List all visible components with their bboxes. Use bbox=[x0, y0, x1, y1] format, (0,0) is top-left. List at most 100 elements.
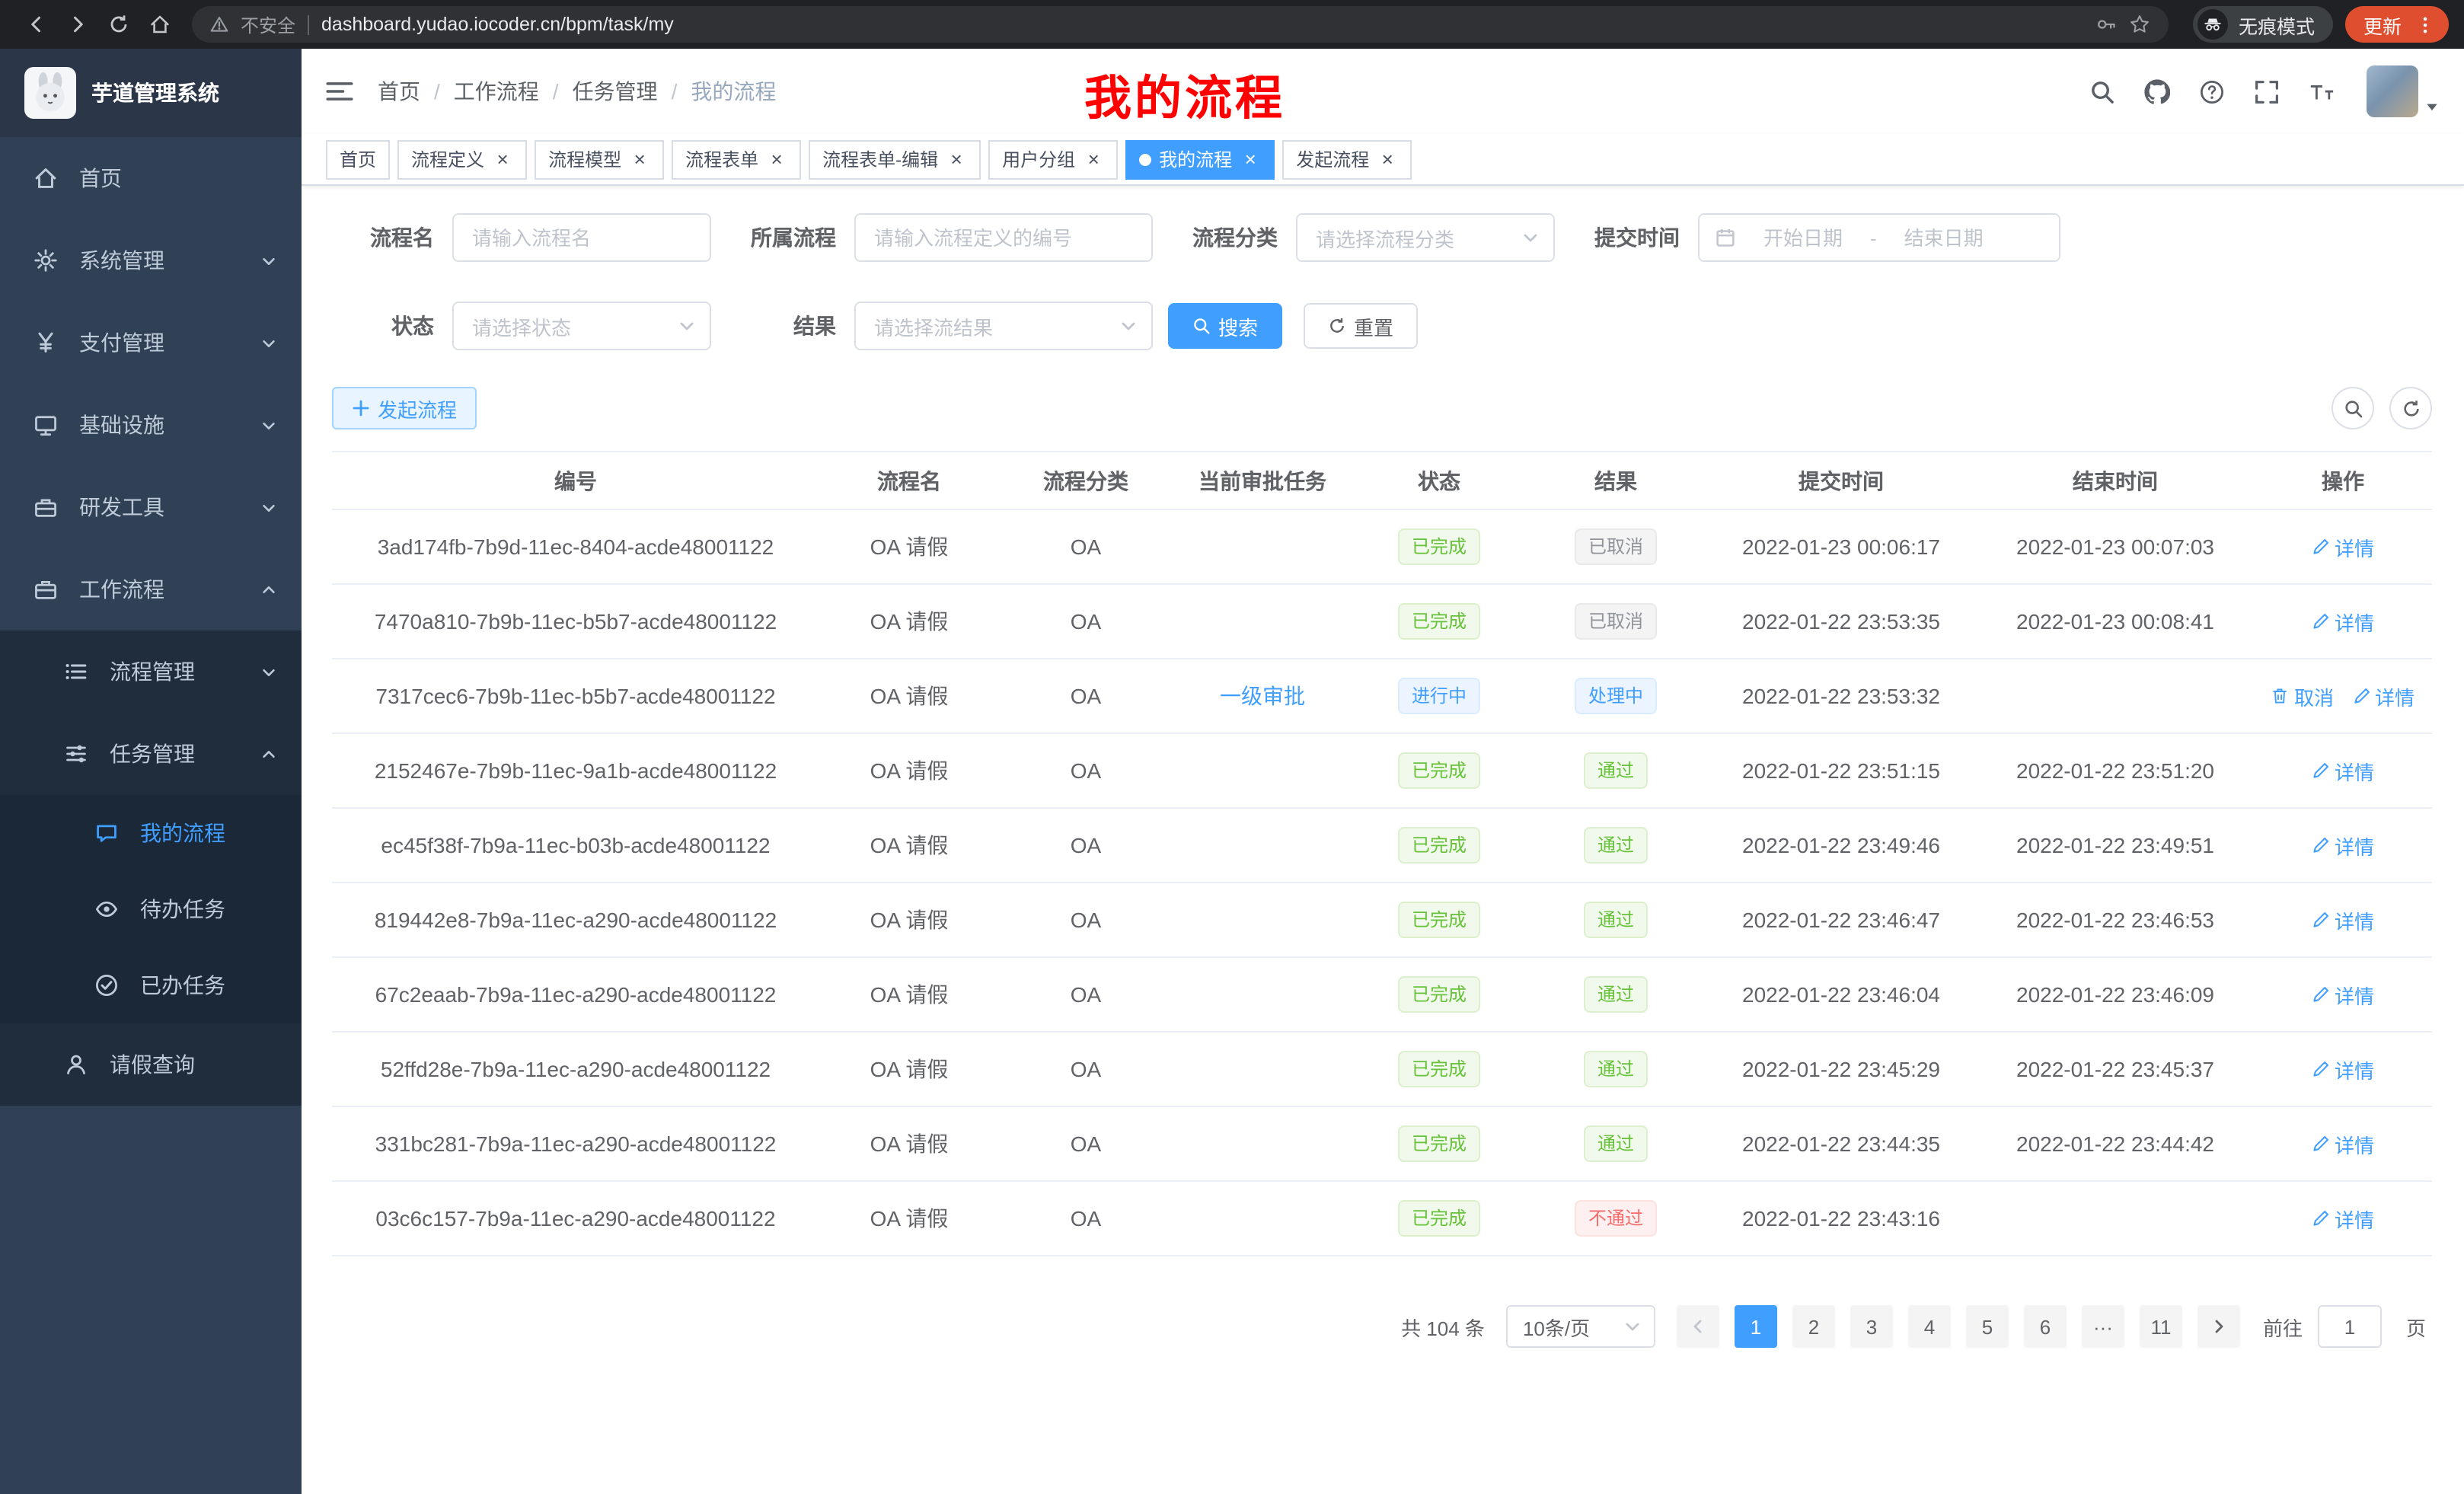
tab-label: 流程模型 bbox=[548, 146, 621, 172]
page-jump-input[interactable] bbox=[2318, 1305, 2382, 1348]
sidebar-item[interactable]: 首页 bbox=[0, 137, 302, 219]
sidebar-item[interactable]: 支付管理 bbox=[0, 302, 302, 384]
cell-current-task bbox=[1173, 1032, 1352, 1106]
page-size-select[interactable]: 10条/页 bbox=[1506, 1305, 1655, 1348]
sidebar-item[interactable]: 已办任务 bbox=[0, 947, 302, 1023]
detail-button[interactable]: 详情 bbox=[2312, 756, 2374, 785]
category-select[interactable]: 请选择流程分类 bbox=[1296, 213, 1555, 262]
cell-result: 通过 bbox=[1526, 733, 1706, 808]
page-button[interactable]: 6 bbox=[2024, 1305, 2067, 1348]
tab-item[interactable]: 首页 bbox=[326, 139, 390, 179]
browser-update-button[interactable]: 更新 bbox=[2345, 6, 2449, 43]
detail-button[interactable]: 详情 bbox=[2352, 682, 2415, 710]
help-icon[interactable] bbox=[2199, 78, 2225, 104]
close-icon[interactable]: × bbox=[492, 148, 513, 170]
close-icon[interactable]: × bbox=[1377, 148, 1398, 170]
tab-item[interactable]: 用户分组× bbox=[988, 139, 1118, 179]
status-select[interactable]: 请选择状态 bbox=[452, 302, 711, 350]
start-process-button[interactable]: 发起流程 bbox=[332, 387, 477, 429]
detail-button[interactable]: 详情 bbox=[2312, 1204, 2374, 1233]
close-icon[interactable]: × bbox=[766, 148, 787, 170]
detail-button[interactable]: 详情 bbox=[2312, 831, 2374, 860]
fullscreen-icon[interactable] bbox=[2254, 78, 2280, 104]
task-link[interactable]: 一级审批 bbox=[1220, 684, 1305, 708]
end-date-input[interactable] bbox=[1883, 226, 2005, 249]
result-tag: 通过 bbox=[1584, 752, 1648, 789]
jump-suffix-label: 页 bbox=[2406, 1312, 2426, 1341]
user-icon bbox=[64, 1052, 88, 1077]
breadcrumb-item[interactable]: 任务管理 bbox=[573, 76, 658, 107]
detail-button[interactable]: 详情 bbox=[2312, 532, 2374, 561]
sidebar-item[interactable]: 研发工具 bbox=[0, 466, 302, 548]
close-icon[interactable]: × bbox=[1083, 148, 1104, 170]
tab-item[interactable]: 流程表单-编辑× bbox=[809, 139, 981, 179]
page-button[interactable]: 11 bbox=[2140, 1305, 2182, 1348]
result-select[interactable]: 请选择流结果 bbox=[854, 302, 1153, 350]
cell-current-task bbox=[1173, 584, 1352, 659]
prev-page-button[interactable] bbox=[1677, 1305, 1719, 1348]
breadcrumb-item[interactable]: 工作流程 bbox=[454, 76, 539, 107]
sidebar-item[interactable]: 流程管理 bbox=[0, 630, 302, 713]
cell-process-name: OA 请假 bbox=[819, 957, 999, 1032]
close-icon[interactable]: × bbox=[1240, 148, 1261, 170]
process-name-input[interactable] bbox=[452, 213, 711, 262]
browser-back-icon[interactable] bbox=[15, 6, 56, 43]
start-date-input[interactable] bbox=[1742, 226, 1864, 249]
close-icon[interactable]: × bbox=[946, 148, 967, 170]
detail-button[interactable]: 详情 bbox=[2312, 1055, 2374, 1084]
incognito-label: 无痕模式 bbox=[2239, 10, 2315, 39]
process-def-input[interactable] bbox=[854, 213, 1153, 262]
sidebar-item[interactable]: 我的流程 bbox=[0, 795, 302, 871]
security-label[interactable]: 不安全 bbox=[241, 11, 295, 37]
reset-button[interactable]: 重置 bbox=[1304, 303, 1418, 349]
refresh-list-button[interactable] bbox=[2389, 387, 2432, 429]
detail-button[interactable]: 详情 bbox=[2312, 1129, 2374, 1158]
sidebar-item[interactable]: 请假查询 bbox=[0, 1023, 302, 1106]
url-text[interactable]: dashboard.yudao.iocoder.cn/bpm/task/my bbox=[321, 14, 674, 35]
cell-end-time: 2022-01-23 00:08:41 bbox=[1977, 584, 2254, 659]
password-key-icon[interactable] bbox=[2095, 14, 2117, 35]
tab-item[interactable]: 流程模型 × bbox=[535, 139, 664, 179]
action-label: 详情 bbox=[2335, 831, 2374, 860]
detail-button[interactable]: 详情 bbox=[2312, 607, 2374, 636]
column-header: 状态 bbox=[1352, 452, 1526, 509]
next-page-button[interactable] bbox=[2197, 1305, 2240, 1348]
page-button[interactable]: 5 bbox=[1966, 1305, 2009, 1348]
submit-time-range[interactable]: - bbox=[1698, 213, 2060, 262]
user-menu[interactable] bbox=[2367, 65, 2440, 117]
browser-menu-icon[interactable] bbox=[2415, 14, 2435, 34]
hamburger-icon[interactable] bbox=[326, 78, 353, 105]
sidebar-item[interactable]: 任务管理 bbox=[0, 713, 302, 795]
search-icon[interactable] bbox=[2089, 78, 2115, 104]
sidebar-item[interactable]: 工作流程 bbox=[0, 548, 302, 630]
edit-icon bbox=[2312, 538, 2330, 556]
browser-forward-icon[interactable] bbox=[56, 6, 97, 43]
search-button[interactable]: 搜索 bbox=[1168, 303, 1282, 349]
status-tag: 已完成 bbox=[1398, 1200, 1480, 1237]
bookmark-star-icon[interactable] bbox=[2129, 14, 2150, 35]
tab-item[interactable]: 发起流程× bbox=[1282, 139, 1412, 179]
cancel-button[interactable]: 取消 bbox=[2271, 682, 2334, 710]
tab-item[interactable]: 流程表单× bbox=[672, 139, 801, 179]
sidebar-item[interactable]: 待办任务 bbox=[0, 871, 302, 947]
browser-reload-icon[interactable] bbox=[97, 6, 139, 43]
toggle-search-button[interactable] bbox=[2332, 387, 2374, 429]
browser-home-icon[interactable] bbox=[139, 6, 180, 43]
font-size-icon[interactable] bbox=[2309, 78, 2335, 104]
breadcrumb-item[interactable]: 首页 bbox=[378, 76, 420, 107]
tab-item[interactable]: 我的流程× bbox=[1125, 139, 1275, 179]
page-button[interactable]: 2 bbox=[1792, 1305, 1835, 1348]
page-button[interactable]: 3 bbox=[1850, 1305, 1893, 1348]
page-button[interactable]: 4 bbox=[1908, 1305, 1951, 1348]
detail-button[interactable]: 详情 bbox=[2312, 980, 2374, 1009]
tab-item[interactable]: 流程定义× bbox=[397, 139, 527, 179]
close-icon[interactable]: × bbox=[629, 148, 650, 170]
github-icon[interactable] bbox=[2144, 78, 2170, 104]
sidebar-item[interactable]: 基础设施 bbox=[0, 384, 302, 466]
detail-button[interactable]: 详情 bbox=[2312, 905, 2374, 934]
page-button[interactable]: 1 bbox=[1735, 1305, 1777, 1348]
more-pages-button[interactable]: ··· bbox=[2082, 1305, 2124, 1348]
sidebar-item[interactable]: 系统管理 bbox=[0, 219, 302, 302]
status-tag: 已完成 bbox=[1398, 1051, 1480, 1087]
address-bar[interactable]: 不安全 dashboard.yudao.iocoder.cn/bpm/task/… bbox=[192, 6, 2169, 43]
